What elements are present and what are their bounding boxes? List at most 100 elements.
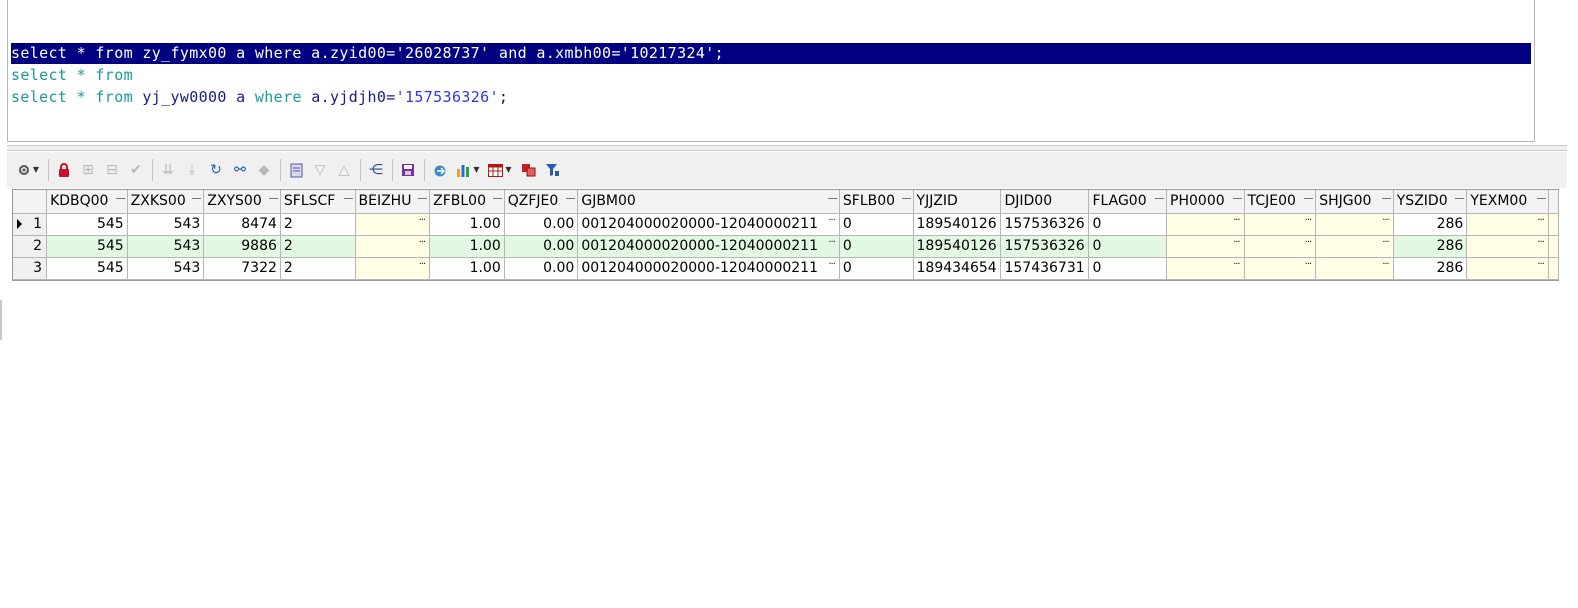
compare-icon[interactable] bbox=[517, 159, 539, 181]
clear-icon[interactable]: ◆ bbox=[253, 159, 275, 181]
cell-zfbl00[interactable]: 1.00 bbox=[429, 235, 505, 258]
cell-editor-ellipsis-icon[interactable]: ... bbox=[1233, 235, 1240, 245]
cell-editor-ellipsis-icon[interactable]: ... bbox=[1382, 213, 1389, 223]
cell-tcje00[interactable]: ... bbox=[1244, 213, 1317, 236]
explain-plan-icon[interactable]: ⋲ bbox=[365, 159, 387, 181]
cell-sflscf[interactable]: 2 bbox=[280, 213, 356, 236]
chart-icon[interactable]: ▼ bbox=[453, 159, 483, 181]
delete-record-icon[interactable]: ⊟ bbox=[101, 159, 123, 181]
cell-editor-ellipsis-icon[interactable]: ... bbox=[419, 213, 426, 223]
cell-editor-ellipsis-icon[interactable]: ... bbox=[419, 257, 426, 267]
column-header[interactable]: PH0000 bbox=[1166, 190, 1245, 214]
cell-sflscf[interactable]: 2 bbox=[280, 235, 356, 258]
cell-editor-ellipsis-icon[interactable]: ... bbox=[828, 235, 835, 245]
insert-record-icon[interactable]: ⊞ bbox=[77, 159, 99, 181]
refresh-icon[interactable]: ↻ bbox=[205, 159, 227, 181]
cell-djid00[interactable]: 157436731 bbox=[1000, 257, 1090, 280]
cell-qzfje0[interactable]: 0.00 bbox=[504, 235, 579, 258]
table-view-icon[interactable]: ▼ bbox=[485, 159, 515, 181]
save-icon[interactable] bbox=[397, 159, 419, 181]
sql-line-2[interactable]: select * from bbox=[11, 65, 133, 86]
cell-sflscf[interactable]: 2 bbox=[280, 257, 356, 280]
query-by-example-icon[interactable]: ▽ bbox=[309, 159, 331, 181]
lock-icon[interactable] bbox=[53, 159, 75, 181]
cell-tcje00[interactable]: ... bbox=[1244, 257, 1317, 280]
cell-yexm00[interactable]: ... bbox=[1466, 235, 1549, 258]
row-number[interactable]: 2 bbox=[13, 235, 48, 258]
cell-ph0000[interactable]: ... bbox=[1166, 235, 1245, 258]
cell-zxys00[interactable]: 8474 bbox=[203, 213, 281, 236]
column-header[interactable]: SFLB00 bbox=[839, 190, 914, 214]
cell-zxys00[interactable]: 9886 bbox=[203, 235, 281, 258]
cell-yjjzid[interactable]: 189540126 bbox=[913, 235, 1002, 258]
cell-yszid0[interactable]: 286 bbox=[1393, 257, 1468, 280]
cell-zxks00[interactable]: 543 bbox=[127, 235, 205, 258]
next-record-icon[interactable]: ⇊ bbox=[157, 159, 179, 181]
cell-editor-ellipsis-icon[interactable]: ... bbox=[1305, 235, 1312, 245]
cell-zfbl00[interactable]: 1.00 bbox=[429, 257, 505, 280]
cell-beizhu[interactable]: ... bbox=[355, 257, 431, 280]
cell-shjg00[interactable]: ... bbox=[1315, 235, 1394, 258]
column-header[interactable]: SHJG00 bbox=[1315, 190, 1394, 214]
column-header[interactable] bbox=[1548, 190, 1559, 214]
column-header[interactable]: GJBM00 bbox=[577, 190, 840, 214]
cell-editor-ellipsis-icon[interactable]: ... bbox=[828, 213, 835, 223]
table-row[interactable]: 3 545 543 7322 2... 1.00 0.00 001204000020000-1… bbox=[13, 257, 1559, 280]
column-header[interactable]: KDBQ00 bbox=[46, 190, 128, 214]
column-header[interactable]: ZXKS00 bbox=[127, 190, 205, 214]
row-number[interactable]: 3 bbox=[13, 257, 48, 280]
cell-yexm00[interactable]: ... bbox=[1466, 257, 1549, 280]
column-header[interactable]: SFLSCF bbox=[280, 190, 356, 214]
column-header[interactable]: QZFJE0 bbox=[504, 190, 579, 214]
cell-gjbm00[interactable]: 001204000020000-12040000211... bbox=[577, 213, 840, 236]
cell-yexm00[interactable]: ... bbox=[1466, 213, 1549, 236]
cell-editor-ellipsis-icon[interactable]: ... bbox=[419, 235, 426, 245]
cell-editor-ellipsis-icon[interactable]: ... bbox=[1382, 235, 1389, 245]
cell-sflb00[interactable]: 0 bbox=[839, 257, 914, 280]
cell-editor-ellipsis-icon[interactable]: ... bbox=[1382, 257, 1389, 267]
sql-line-1-selected[interactable]: select * from zy_fymx00 a where a.zyid00… bbox=[11, 43, 1531, 64]
cell-overflow[interactable] bbox=[1548, 235, 1559, 258]
cell-overflow[interactable] bbox=[1548, 257, 1559, 280]
cell-flag00[interactable]: 0 bbox=[1088, 235, 1168, 258]
cell-overflow[interactable] bbox=[1548, 213, 1559, 236]
column-header[interactable]: TCJE00 bbox=[1244, 190, 1317, 214]
column-header[interactable]: FLAG00 bbox=[1088, 190, 1168, 214]
cell-qzfje0[interactable]: 0.00 bbox=[504, 257, 579, 280]
cell-zxks00[interactable]: 543 bbox=[127, 257, 205, 280]
cell-shjg00[interactable]: ... bbox=[1315, 257, 1394, 280]
row-number[interactable]: 1 bbox=[13, 213, 48, 236]
cell-editor-ellipsis-icon[interactable]: ... bbox=[1305, 257, 1312, 267]
table-row[interactable]: 2 545 543 9886 2... 1.00 0.00 001204000020000-1… bbox=[13, 235, 1559, 258]
cell-gjbm00[interactable]: 001204000020000-12040000211... bbox=[577, 257, 840, 280]
cell-sflb00[interactable]: 0 bbox=[839, 213, 914, 236]
cell-tcje00[interactable]: ... bbox=[1244, 235, 1317, 258]
cell-zxys00[interactable]: 7322 bbox=[203, 257, 281, 280]
post-changes-icon[interactable]: ✔ bbox=[125, 159, 147, 181]
cell-yszid0[interactable]: 286 bbox=[1393, 235, 1468, 258]
cell-sflb00[interactable]: 0 bbox=[839, 235, 914, 258]
cell-qzfje0[interactable]: 0.00 bbox=[504, 213, 579, 236]
cell-djid00[interactable]: 157536326 bbox=[1000, 235, 1090, 258]
cell-editor-ellipsis-icon[interactable]: ... bbox=[1537, 235, 1544, 245]
cell-kdbq00[interactable]: 545 bbox=[46, 257, 128, 280]
clear-query-icon[interactable]: △ bbox=[333, 159, 355, 181]
column-header[interactable]: YJJZID bbox=[913, 190, 1002, 214]
cell-zxks00[interactable]: 543 bbox=[127, 213, 205, 236]
export-icon[interactable] bbox=[429, 159, 451, 181]
column-header[interactable]: ZXYS00 bbox=[203, 190, 281, 214]
last-record-icon[interactable]: ⤓ bbox=[181, 159, 203, 181]
cell-yszid0[interactable]: 286 bbox=[1393, 213, 1468, 236]
single-record-view-icon[interactable] bbox=[285, 159, 307, 181]
cell-ph0000[interactable]: ... bbox=[1166, 213, 1245, 236]
cell-editor-ellipsis-icon[interactable]: ... bbox=[1233, 257, 1240, 267]
cell-ph0000[interactable]: ... bbox=[1166, 257, 1245, 280]
cell-editor-ellipsis-icon[interactable]: ... bbox=[1537, 213, 1544, 223]
cell-gjbm00[interactable]: 001204000020000-12040000211... bbox=[577, 235, 840, 258]
sql-editor[interactable]: select * from zy_fymx00 a where a.zyid00… bbox=[7, 0, 1535, 142]
column-header[interactable]: ZFBL00 bbox=[429, 190, 505, 214]
table-row[interactable]: 1 545 543 8474 2... 1.00 0.00 001204000020000-1… bbox=[13, 213, 1559, 236]
cell-kdbq00[interactable]: 545 bbox=[46, 235, 128, 258]
cell-shjg00[interactable]: ... bbox=[1315, 213, 1394, 236]
panel-splitter[interactable] bbox=[7, 145, 1567, 151]
